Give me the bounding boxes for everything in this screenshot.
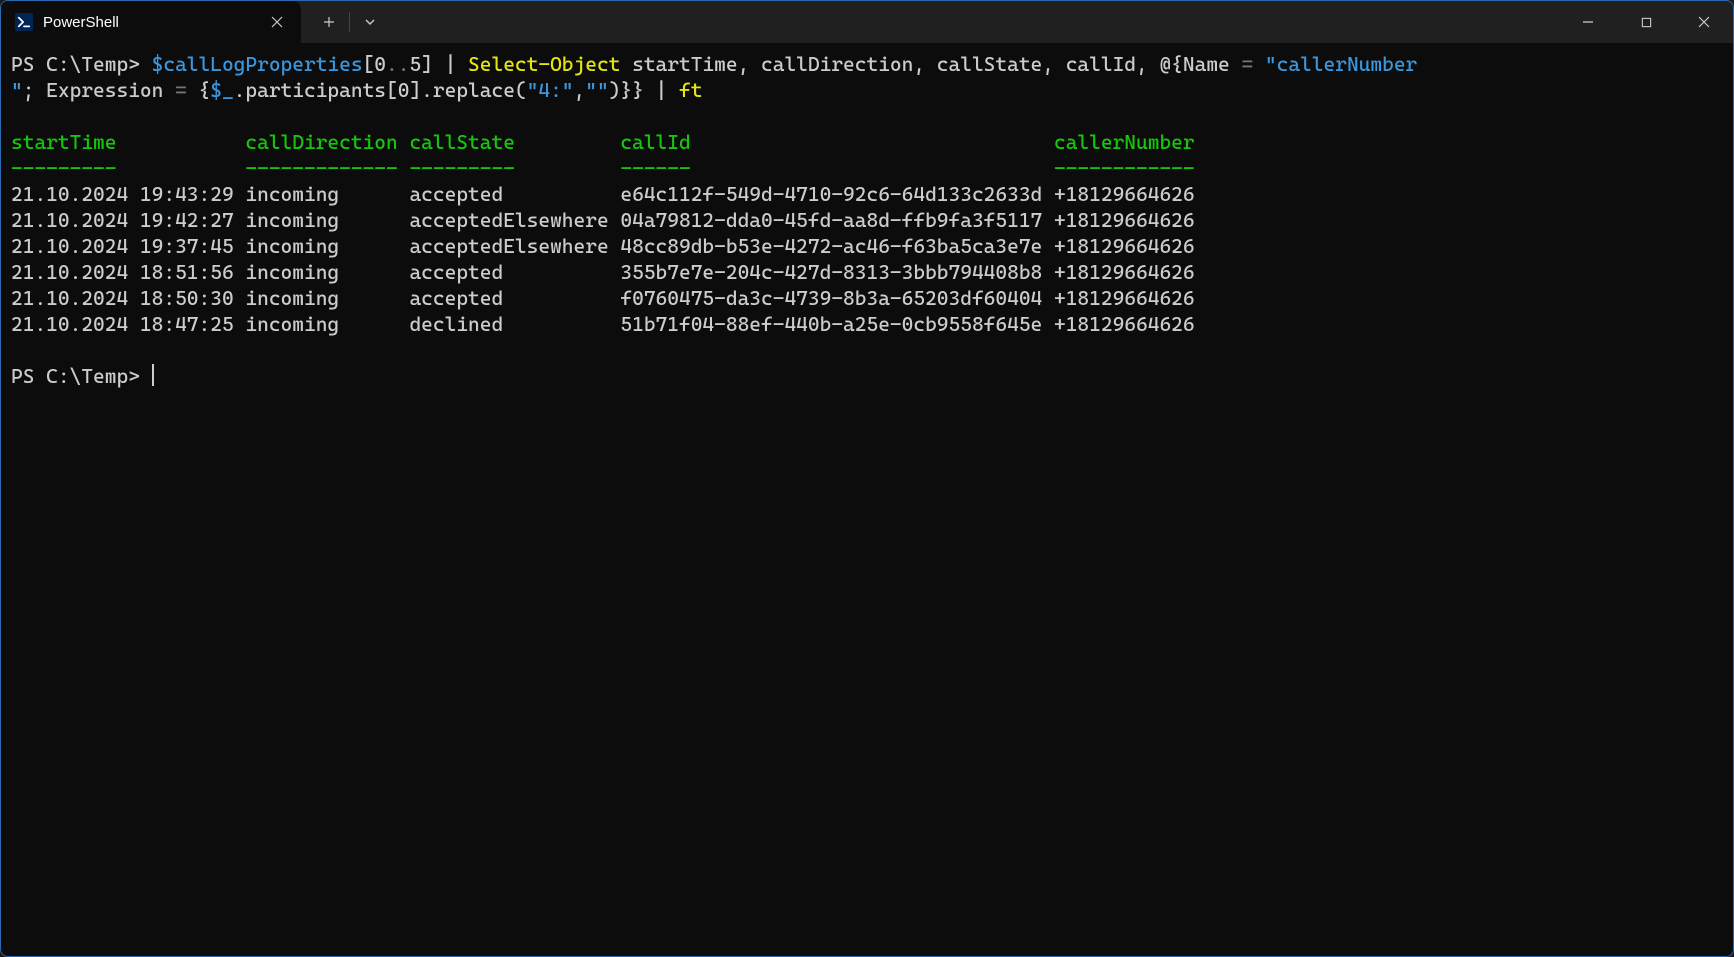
window-controls — [1559, 1, 1733, 43]
cmd-variable: $callLogProperties — [152, 52, 363, 76]
minimize-button[interactable] — [1559, 1, 1617, 43]
table-output: startTime callDirection callState callId… — [11, 129, 1723, 337]
prompt-prefix: PS C:\Temp> — [11, 52, 152, 76]
new-tab-button[interactable] — [309, 1, 349, 43]
maximize-button[interactable] — [1617, 1, 1675, 43]
titlebar[interactable]: PowerShell — [1, 1, 1733, 43]
terminal-window: PowerShell PS C:\Temp> $ — [0, 0, 1734, 957]
tab-close-button[interactable] — [265, 10, 289, 34]
prompt-line-2: PS C:\Temp> — [11, 364, 154, 388]
cursor — [152, 364, 154, 386]
prompt-prefix: PS C:\Temp> — [11, 364, 152, 388]
tab-title: PowerShell — [43, 14, 255, 31]
prompt-line-1: PS C:\Temp> $callLogProperties[0..5] | S… — [11, 52, 1417, 102]
cmd-ft: ft — [679, 78, 702, 102]
tab-dropdown-button[interactable] — [350, 1, 390, 43]
terminal-body[interactable]: PS C:\Temp> $callLogProperties[0..5] | S… — [1, 43, 1733, 956]
close-button[interactable] — [1675, 1, 1733, 43]
powershell-icon — [15, 13, 33, 31]
cmd-select-object: Select-Object — [468, 52, 620, 76]
tab-actions — [301, 1, 390, 43]
tab-powershell[interactable]: PowerShell — [1, 1, 301, 43]
